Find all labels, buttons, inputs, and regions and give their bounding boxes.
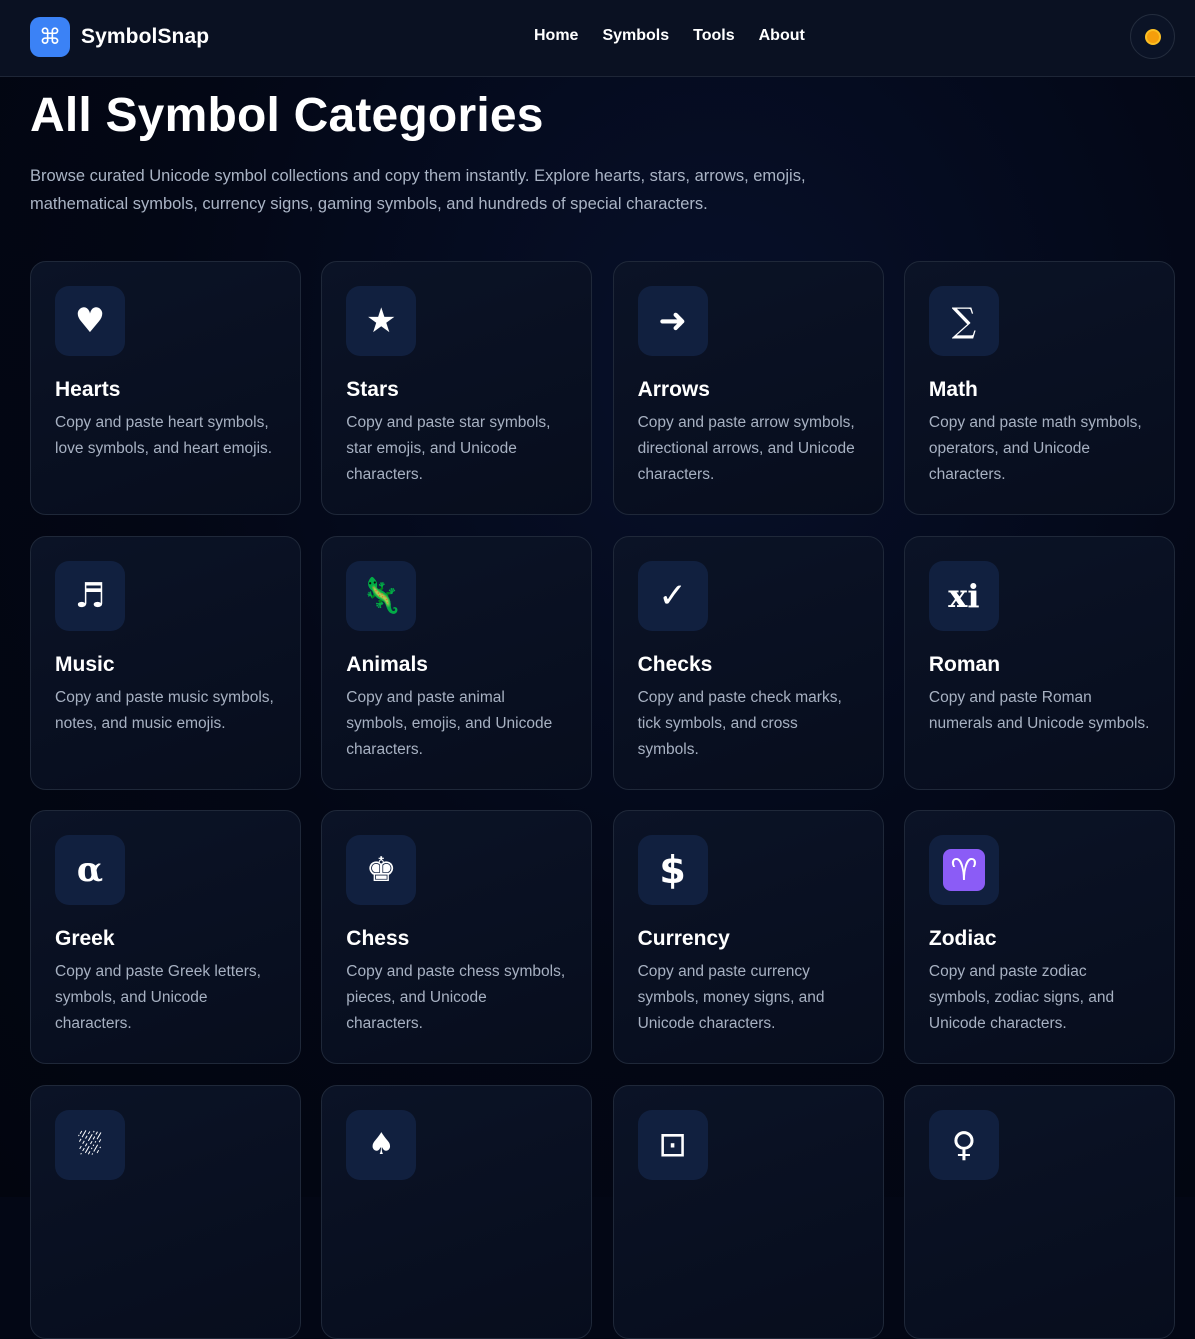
nav-home[interactable]: Home bbox=[534, 27, 578, 45]
star-icon: ★ bbox=[346, 286, 417, 356]
card-description: Copy and paste arrow symbols, directiona… bbox=[637, 414, 855, 483]
category-card-checks[interactable]: ✓ Checks Copy and paste check marks, tic… bbox=[612, 535, 884, 790]
page-title: All Symbol Categories bbox=[30, 89, 544, 142]
rain-cloud-icon: ⛆ bbox=[55, 1109, 125, 1180]
music-note-icon: ♬ bbox=[55, 560, 125, 631]
card-title: Music bbox=[55, 652, 115, 676]
roman-numeral-icon: xi bbox=[928, 560, 999, 631]
category-card-gender[interactable]: ♀ bbox=[903, 1084, 1175, 1339]
spade-icon: ♠ bbox=[346, 1109, 417, 1180]
main-nav: Home Symbols Tools About bbox=[534, 27, 829, 45]
category-card-animals[interactable]: 🦎 Animals Copy and paste animal symbols,… bbox=[321, 535, 593, 790]
alpha-icon: α bbox=[55, 835, 125, 905]
nav-symbols[interactable]: Symbols bbox=[602, 27, 669, 45]
card-description: Copy and paste Roman numerals and Unicod… bbox=[928, 688, 1150, 732]
sun-icon bbox=[1146, 30, 1159, 43]
command-icon: ⌘ bbox=[30, 17, 70, 57]
card-title: Chess bbox=[346, 927, 410, 950]
category-card-greek[interactable]: α Greek Copy and paste Greek letters, sy… bbox=[30, 810, 301, 1064]
card-description: Copy and paste music symbols, notes, and… bbox=[55, 688, 274, 732]
card-title: Arrows bbox=[637, 378, 710, 401]
category-card-stars[interactable]: ★ Stars Copy and paste star symbols, sta… bbox=[321, 261, 593, 515]
category-card-music[interactable]: ♬ Music Copy and paste music symbols, no… bbox=[30, 535, 301, 790]
check-icon: ✓ bbox=[637, 560, 708, 631]
category-grid: ♥ Hearts Copy and paste heart symbols, l… bbox=[30, 261, 1175, 1339]
category-card-arrows[interactable]: ➜ Arrows Copy and paste arrow symbols, d… bbox=[612, 261, 884, 515]
site-header: ⌘ SymbolSnap Home Symbols Tools About bbox=[0, 0, 1195, 77]
card-title: Greek bbox=[55, 927, 115, 950]
heart-icon: ♥ bbox=[55, 286, 125, 356]
card-title: Math bbox=[928, 378, 978, 401]
card-title: Animals bbox=[346, 652, 428, 676]
nav-about[interactable]: About bbox=[759, 27, 805, 45]
card-description: Copy and paste chess symbols, pieces, an… bbox=[346, 963, 566, 1032]
dollar-icon: $ bbox=[637, 835, 708, 905]
category-card-zodiac[interactable]: ♈ Zodiac Copy and paste zodiac symbols, … bbox=[903, 810, 1175, 1064]
category-card-chess[interactable]: ♚ Chess Copy and paste chess symbols, pi… bbox=[321, 810, 593, 1064]
aries-glyph: ♈ bbox=[942, 849, 985, 891]
lizard-icon: 🦎 bbox=[346, 560, 417, 631]
brand-logo[interactable]: ⌘ SymbolSnap bbox=[30, 17, 209, 57]
card-description: Copy and paste Greek letters, symbols, a… bbox=[55, 963, 261, 1032]
card-title: Hearts bbox=[55, 378, 121, 401]
card-description: Copy and paste zodiac symbols, zodiac si… bbox=[928, 963, 1115, 1032]
brand-name: SymbolSnap bbox=[81, 25, 210, 48]
card-title: Zodiac bbox=[928, 927, 997, 950]
category-card-currency[interactable]: $ Currency Copy and paste currency symbo… bbox=[612, 810, 884, 1064]
card-description: Copy and paste heart symbols, love symbo… bbox=[55, 414, 273, 457]
chess-king-icon: ♚ bbox=[346, 835, 417, 905]
page-intro: Browse curated Unicode symbol collection… bbox=[30, 167, 806, 213]
aries-icon: ♈ bbox=[928, 835, 999, 905]
category-card-hearts[interactable]: ♥ Hearts Copy and paste heart symbols, l… bbox=[30, 261, 301, 515]
theme-toggle-button[interactable] bbox=[1130, 14, 1175, 59]
card-description: Copy and paste math symbols, operators, … bbox=[928, 414, 1142, 483]
card-description: Copy and paste check marks, tick symbols… bbox=[637, 688, 842, 758]
card-description: Copy and paste currency symbols, money s… bbox=[637, 963, 825, 1032]
category-card-weather[interactable]: ⛆ bbox=[30, 1084, 301, 1339]
sigma-icon: ∑ bbox=[928, 286, 999, 356]
nav-tools[interactable]: Tools bbox=[693, 27, 734, 45]
female-sign-icon: ♀ bbox=[928, 1109, 999, 1180]
card-title: Roman bbox=[928, 652, 1001, 676]
card-description: Copy and paste star symbols, star emojis… bbox=[346, 414, 551, 483]
category-card-squares[interactable]: ⊡ bbox=[612, 1084, 884, 1339]
category-card-cards[interactable]: ♠ bbox=[321, 1084, 593, 1339]
card-title: Checks bbox=[637, 652, 713, 676]
category-card-math[interactable]: ∑ Math Copy and paste math symbols, oper… bbox=[903, 261, 1175, 515]
arrow-icon: ➜ bbox=[637, 286, 708, 356]
category-card-roman[interactable]: xi Roman Copy and paste Roman numerals a… bbox=[903, 535, 1175, 790]
card-title: Stars bbox=[346, 378, 399, 401]
card-title: Currency bbox=[637, 927, 730, 950]
card-description: Copy and paste animal symbols, emojis, a… bbox=[346, 688, 553, 758]
squared-dot-icon: ⊡ bbox=[637, 1109, 708, 1180]
